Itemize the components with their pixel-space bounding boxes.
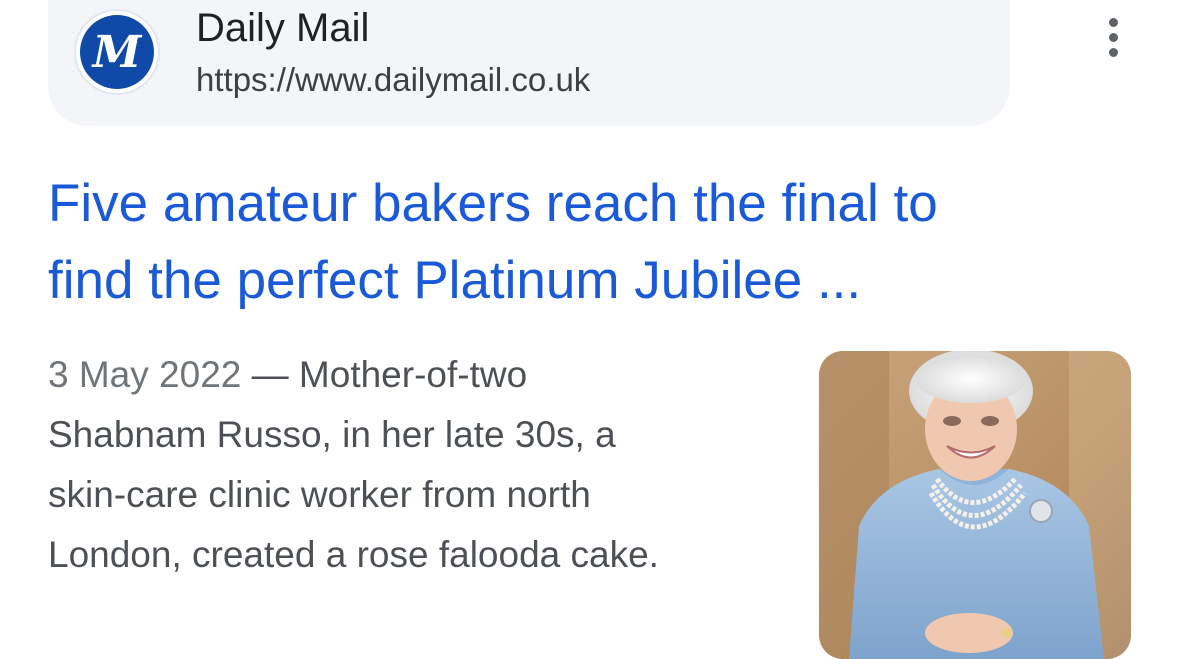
result-date: 3 May 2022 [48, 354, 242, 395]
woman-in-blue-dress-photo [819, 351, 1131, 659]
daily-mail-logo-icon[interactable]: M [76, 11, 158, 93]
result-thumbnail[interactable] [819, 351, 1131, 659]
result-title-line-1: Five amateur bakers reach the final to [48, 174, 938, 233]
date-separator: — [241, 354, 299, 395]
snippet-text-1: Mother-of-two [298, 354, 528, 395]
site-url[interactable]: https://www.dailymail.co.uk [196, 60, 590, 100]
favicon-letter: M [91, 27, 143, 77]
snippet-line-2: Shabnam Russo, in her late 30s, a [48, 414, 616, 455]
snippet-line-3: skin-care clinic worker from north [48, 474, 591, 515]
more-vert-icon-dot [1108, 32, 1118, 42]
snippet-line-1: 3 May 2022 — Mother-of-two [48, 345, 788, 405]
more-vert-icon-dot [1108, 47, 1118, 57]
result-title-link[interactable]: Five amateur bakers reach the final to f… [48, 165, 1108, 319]
result-title-line-2: find the perfect Platinum Jubilee ... [48, 251, 862, 310]
snippet-line-4: London, created a rose falooda cake. [48, 534, 659, 575]
more-options-button[interactable] [1092, 12, 1134, 62]
more-vert-icon [1108, 17, 1118, 27]
search-result-page: M Daily Mail https://www.dailymail.co.uk… [0, 0, 1179, 659]
site-name[interactable]: Daily Mail [196, 4, 369, 52]
result-snippet: 3 May 2022 — Mother-of-two Shabnam Russo… [48, 345, 788, 585]
